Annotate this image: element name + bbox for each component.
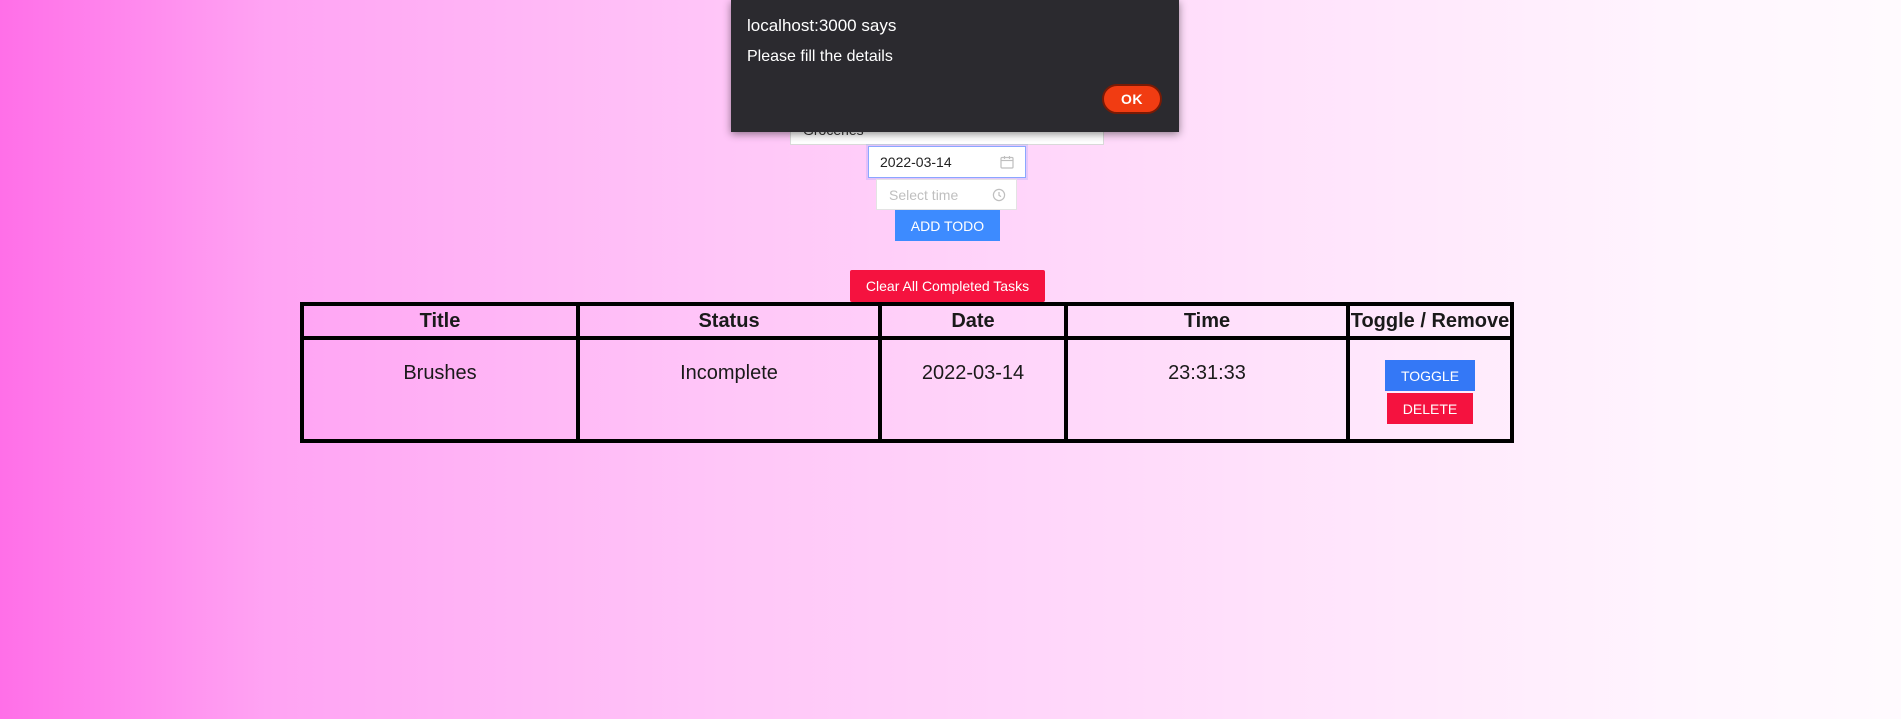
clear-completed-button[interactable]: Clear All Completed Tasks — [850, 270, 1045, 302]
cell-status: Incomplete — [578, 338, 880, 441]
header-status: Status — [578, 304, 880, 338]
header-time: Time — [1066, 304, 1348, 338]
header-date: Date — [880, 304, 1066, 338]
alert-message: Please fill the details — [747, 48, 893, 65]
cell-date: 2022-03-14 — [880, 338, 1066, 441]
clock-icon — [992, 188, 1006, 202]
cell-title: Brushes — [302, 338, 578, 441]
toggle-button[interactable]: TOGGLE — [1385, 360, 1475, 391]
alert-dialog: localhost:3000 says Please fill the deta… — [731, 0, 1179, 132]
alert-title: localhost:3000 says — [747, 16, 897, 35]
cell-actions: TOGGLE DELETE — [1348, 338, 1512, 441]
date-picker-value: 2022-03-14 — [880, 154, 952, 170]
todo-table: Title Status Date Time Toggle / Remove B… — [300, 302, 1514, 443]
table-row: Brushes Incomplete 2022-03-14 23:31:33 T… — [302, 338, 1512, 441]
cell-time: 23:31:33 — [1066, 338, 1348, 441]
alert-ok-button[interactable]: OK — [1102, 84, 1162, 114]
add-todo-button[interactable]: ADD TODO — [895, 210, 1000, 241]
time-picker-placeholder: Select time — [889, 186, 959, 203]
delete-button[interactable]: DELETE — [1387, 393, 1473, 424]
todo-app: 2022-03-14 Select time ADD TODO Clear Al… — [0, 0, 1901, 719]
calendar-icon — [1000, 155, 1014, 169]
table-header-row: Title Status Date Time Toggle / Remove — [302, 304, 1512, 338]
date-picker[interactable]: 2022-03-14 — [868, 146, 1026, 178]
header-toggle-remove: Toggle / Remove — [1348, 304, 1512, 338]
header-title: Title — [302, 304, 578, 338]
time-picker[interactable]: Select time — [876, 179, 1017, 210]
